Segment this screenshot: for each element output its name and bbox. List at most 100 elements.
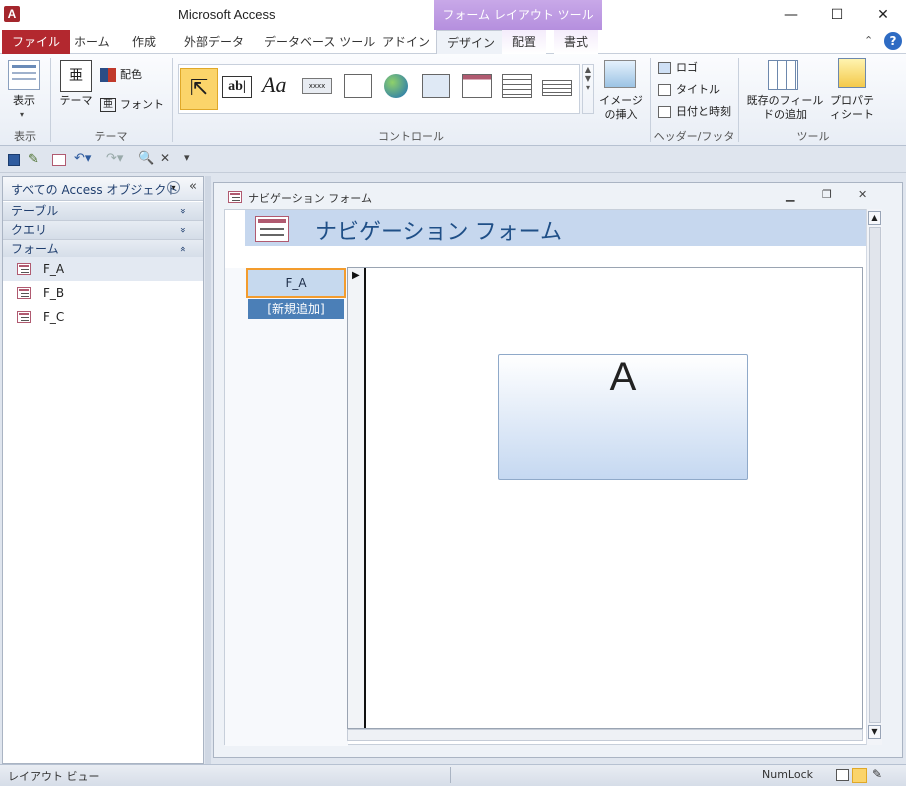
form-header: ナビゲーション フォーム (245, 210, 867, 246)
navigation-button-area (225, 268, 348, 746)
form-canvas: ナビゲーション フォーム F_A [新規追加] ▶ A (224, 209, 880, 746)
form-restore-button[interactable]: ❐ (822, 188, 832, 201)
tab-external-data[interactable]: 外部データ (174, 30, 254, 54)
record-selector[interactable]: ▶ (348, 268, 366, 728)
group-separator (738, 58, 739, 142)
scroll-thumb[interactable] (869, 227, 881, 723)
subform-scrollbar[interactable] (347, 729, 863, 741)
expand-icon[interactable]: » (173, 227, 191, 233)
tab-format[interactable]: 書式 (554, 30, 599, 54)
form-minimize-button[interactable]: ▁ (786, 189, 794, 202)
button-control-icon[interactable]: xxxx (302, 78, 332, 94)
navigation-control-icon[interactable] (462, 74, 492, 98)
nav-category-tables[interactable]: テーブル » (3, 202, 203, 221)
close-button[interactable]: ✕ (860, 0, 906, 30)
subform-content-a[interactable]: A (498, 354, 748, 480)
select-pointer-icon[interactable]: ⇱ (180, 68, 218, 110)
scroll-up-icon[interactable]: ▲ (868, 211, 881, 225)
title-button[interactable]: タイトル (676, 83, 720, 97)
property-sheet-button[interactable]: プロパティシート (826, 94, 878, 122)
web-browser-control-icon[interactable] (422, 74, 450, 98)
layout-view-icon[interactable] (852, 768, 867, 783)
insert-image-button[interactable]: イメージの挿入 (596, 94, 646, 122)
label-control-icon[interactable]: Aa (262, 72, 286, 98)
status-bar: レイアウト ビュー NumLock ✎ (0, 764, 906, 786)
title-icon (658, 84, 671, 96)
form-view-icon[interactable] (52, 154, 66, 166)
colors-button[interactable]: 配色 (120, 68, 142, 82)
tab-database-tools[interactable]: データベース ツール (254, 30, 385, 54)
collapse-icon[interactable]: « (173, 246, 191, 252)
date-time-icon (658, 106, 671, 118)
numlock-indicator: NumLock (762, 768, 813, 781)
tab-create[interactable]: 作成 (122, 30, 166, 54)
close-object-icon[interactable]: ✕ (160, 151, 170, 165)
group-label-controls: コントロール (378, 130, 444, 143)
date-time-button[interactable]: 日付と時刻 (676, 105, 731, 119)
ribbon-minimize-icon[interactable]: ⌃ (864, 34, 873, 47)
tab-design[interactable]: デザイン (436, 30, 507, 55)
group-label-themes: テーマ (94, 130, 128, 143)
nav-tab-add-new[interactable]: [新規追加] (248, 299, 344, 319)
image-icon (604, 60, 636, 88)
title-bar: A Microsoft Access フォーム レイアウト ツール — ☐ ✕ (0, 0, 906, 30)
theme-icon: 亜 (60, 60, 92, 92)
pane-splitter[interactable] (205, 176, 211, 764)
gallery-scroll[interactable]: ▲ ▼ ▾ (582, 64, 594, 114)
nav-tab-f-a[interactable]: F_A (246, 268, 346, 298)
form-view-icon[interactable] (836, 769, 849, 781)
add-existing-fields-button[interactable]: 既存のフィールドの追加 (744, 94, 826, 122)
undo-icon[interactable]: ↶▾ (74, 151, 91, 166)
nav-item-label: F_C (43, 310, 65, 324)
fonts-button[interactable]: フォント (120, 98, 164, 112)
design-view-icon[interactable]: ✎ (872, 767, 882, 781)
nav-item-form[interactable]: F_A (3, 257, 203, 281)
nav-pane-header[interactable]: すべての Access オブジェクト ▾ « (3, 177, 203, 201)
colors-icon (100, 68, 116, 82)
form-vertical-scrollbar[interactable]: ▲ ▼ (866, 209, 882, 745)
form-window-caption: ナビゲーション フォーム ▁ ❐ ✕ (214, 183, 902, 211)
logo-button[interactable]: ロゴ (676, 61, 698, 75)
form-icon (17, 311, 31, 323)
maximize-button[interactable]: ☐ (814, 0, 860, 30)
nav-category-label: クエリ (11, 223, 48, 237)
form-close-button[interactable]: ✕ (858, 188, 867, 201)
nav-pane-title: すべての Access オブジェクト (11, 183, 179, 197)
option-group-icon[interactable] (502, 74, 532, 98)
nav-category-queries[interactable]: クエリ » (3, 221, 203, 240)
print-preview-icon[interactable]: 🔍 (138, 151, 154, 166)
current-record-icon: ▶ (352, 270, 360, 281)
save-icon[interactable] (8, 154, 20, 166)
tab-control-icon[interactable] (344, 74, 372, 98)
nav-pane-menu-icon[interactable]: ▾ (167, 181, 180, 194)
tab-arrange[interactable]: 配置 (502, 30, 547, 54)
navigation-subform: ▶ A (347, 267, 863, 729)
minimize-button[interactable]: — (768, 0, 814, 30)
view-dropdown-icon[interactable]: ▾ (20, 110, 24, 119)
help-icon[interactable]: ? (884, 32, 902, 50)
nav-item-label: F_B (43, 286, 65, 300)
contextual-tab-group-label: フォーム レイアウト ツール (434, 0, 602, 30)
tab-addins[interactable]: アドイン (372, 30, 440, 54)
quick-access-toolbar: ✎ ↶▾ ↷▾ 🔍 ✕ ▾ (0, 147, 906, 173)
view-icon (8, 60, 40, 90)
group-separator (650, 58, 651, 142)
textbox-control-icon[interactable]: ab| (222, 76, 252, 98)
theme-button[interactable]: テーマ (56, 94, 96, 108)
hyperlink-control-icon[interactable] (384, 74, 408, 98)
nav-item-label: F_A (43, 262, 65, 276)
access-app-icon[interactable]: A (4, 6, 20, 22)
page-break-icon[interactable] (542, 80, 572, 96)
nav-pane-collapse-icon[interactable]: « (189, 179, 197, 194)
form-title[interactable]: ナビゲーション フォーム (315, 214, 562, 246)
design-view-icon[interactable]: ✎ (28, 152, 39, 167)
expand-icon[interactable]: » (173, 208, 191, 214)
nav-item-form[interactable]: F_C (3, 305, 203, 329)
view-button[interactable]: 表示 (4, 94, 44, 108)
scroll-down-icon[interactable]: ▼ (868, 725, 881, 739)
tab-home[interactable]: ホーム (64, 30, 120, 54)
tab-file[interactable]: ファイル (2, 30, 71, 54)
group-label-tools: ツール (796, 130, 830, 143)
nav-item-form[interactable]: F_B (3, 281, 203, 305)
customize-qat-icon[interactable]: ▾ (184, 151, 190, 164)
